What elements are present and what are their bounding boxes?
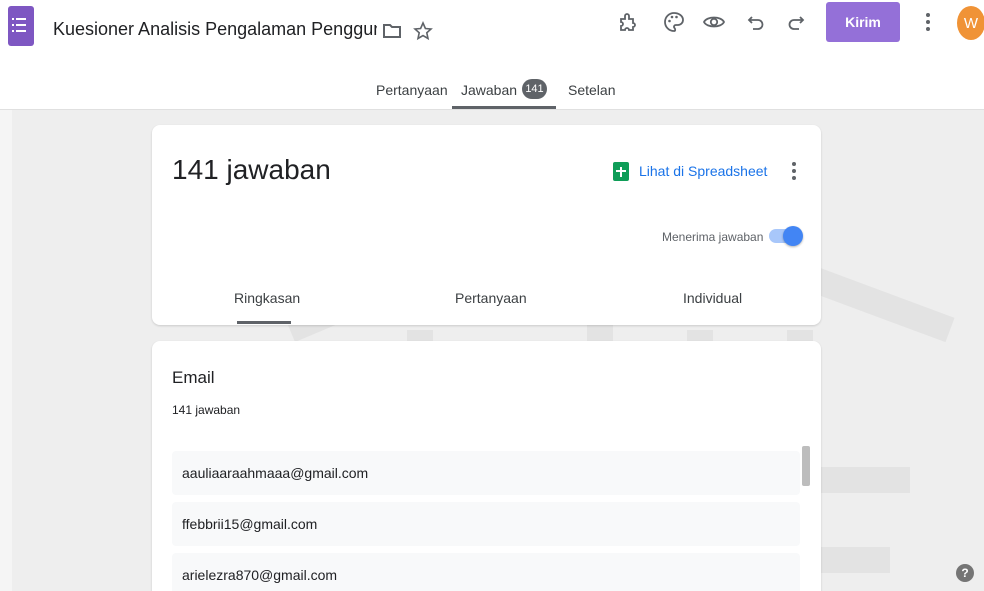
question-title: Email — [172, 368, 215, 387]
more-vert-icon[interactable] — [914, 8, 942, 36]
question-response-count: 141 jawaban — [172, 403, 241, 417]
view-in-sheets-link[interactable]: Lihat di Spreadsheet — [639, 163, 767, 179]
accepting-responses-toggle[interactable] — [767, 226, 803, 246]
tab-summary[interactable]: Ringkasan — [234, 290, 300, 306]
responses-count-badge: 141 — [522, 79, 547, 99]
toggle-knob — [783, 226, 803, 246]
addon-icon[interactable] — [614, 9, 642, 37]
responses-more-icon[interactable] — [783, 159, 805, 183]
list-item: ffebbrii15@gmail.com — [172, 502, 800, 546]
response-count-heading: 141 jawaban — [172, 154, 331, 185]
redo-icon[interactable] — [782, 8, 810, 36]
list-item: arielezra870@gmail.com — [172, 553, 800, 591]
list-item: aauliaaraahmaaa@gmail.com — [172, 451, 800, 495]
sheets-icon[interactable] — [613, 162, 629, 181]
summary-tab-indicator — [237, 321, 291, 324]
google-forms-logo-icon[interactable] — [8, 6, 34, 46]
account-avatar[interactable]: W — [957, 6, 984, 40]
tab-questions[interactable]: Pertanyaan — [376, 82, 448, 98]
star-icon[interactable] — [409, 17, 437, 45]
undo-icon[interactable] — [742, 8, 770, 36]
help-icon[interactable]: ? — [956, 564, 974, 582]
send-button[interactable]: Kirim — [826, 2, 900, 42]
active-tab-indicator — [452, 106, 556, 109]
palette-icon[interactable] — [660, 8, 688, 36]
tab-question[interactable]: Pertanyaan — [455, 290, 527, 306]
preview-icon[interactable] — [700, 8, 728, 36]
tab-responses[interactable]: Jawaban — [461, 82, 517, 98]
tab-individual[interactable]: Individual — [683, 290, 742, 306]
tab-settings[interactable]: Setelan — [568, 82, 615, 98]
left-edge-strip — [0, 64, 12, 591]
form-title[interactable]: Kuesioner Analisis Pengalaman Pengguna T… — [53, 19, 377, 40]
folder-icon[interactable] — [378, 17, 406, 45]
answers-scrollbar[interactable] — [802, 446, 810, 486]
accepting-responses-label: Menerima jawaban — [662, 230, 764, 244]
